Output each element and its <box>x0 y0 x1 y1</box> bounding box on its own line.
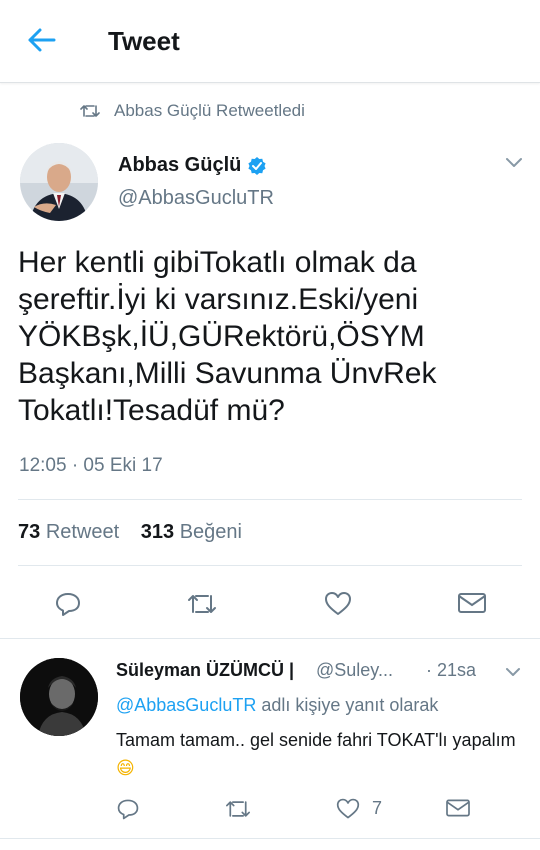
divider <box>18 499 522 500</box>
chevron-down-icon[interactable] <box>503 664 523 680</box>
reply-button[interactable] <box>54 590 82 623</box>
retweet-note[interactable]: Abbas Güçlü Retweetledi <box>80 101 305 121</box>
retweet-label: Retweet <box>45 521 120 543</box>
reply-icon <box>117 799 139 820</box>
reply-avatar[interactable] <box>20 658 98 736</box>
direct-message-button[interactable] <box>457 590 487 621</box>
likes-stat[interactable]: 313 Beğeni <box>141 521 242 543</box>
author-name: Abbas Güçlü <box>118 154 242 176</box>
reply-reply-button[interactable] <box>116 797 140 826</box>
retweet-button[interactable] <box>186 590 218 623</box>
retweet-icon <box>226 801 250 817</box>
reply-mention-link[interactable]: @AbbasGucluTR <box>116 695 256 715</box>
like-button[interactable] <box>324 590 352 623</box>
reply-retweet-button[interactable] <box>224 797 252 826</box>
reply-like-button[interactable] <box>336 797 360 826</box>
tweet-stats: 73 Retweet 313 Beğeni <box>18 521 242 544</box>
reply-like-count: 7 <box>372 798 383 818</box>
top-app-bar: Tweet <box>0 0 540 83</box>
divider <box>0 638 540 639</box>
reply-icon <box>56 593 80 616</box>
reply-time[interactable]: · 21sa <box>426 660 476 681</box>
grinning-emoji: 😄 <box>116 758 135 778</box>
verified-badge-icon <box>248 156 266 175</box>
mail-icon <box>446 799 470 817</box>
like-label: Beğeni <box>179 521 242 543</box>
like-count: 313 <box>140 521 175 543</box>
tweet-text: Her kentli gibiTokatlı olmak da şereftir… <box>18 246 437 427</box>
heart-icon <box>336 798 360 819</box>
chevron-down-icon[interactable] <box>503 153 525 171</box>
tweet-timestamp: 12:05 · 05 Eki 17 <box>19 455 163 476</box>
retweet-icon <box>80 105 100 117</box>
reply-author-name[interactable]: Süleyman ÜZÜMCÜ | <box>116 660 294 681</box>
reply-dm-button[interactable] <box>445 797 471 824</box>
retweet-icon <box>188 595 216 613</box>
heart-icon <box>325 592 351 615</box>
author-handle[interactable]: @AbbasGucluTR <box>118 187 274 210</box>
arrow-left-icon[interactable] <box>26 25 58 55</box>
reply-to-suffix: adlı kişiye yanıt olarak <box>256 695 439 715</box>
replying-to: @AbbasGucluTR adlı kişiye yanıt olarak <box>116 695 438 716</box>
reply-text: Tamam tamam.. gel senide fahri TOKAT'lı … <box>116 730 516 750</box>
retweet-note-text: Abbas Güçlü Retweetledi <box>114 101 305 120</box>
divider <box>18 565 522 566</box>
retweets-stat[interactable]: 73 Retweet <box>18 521 119 543</box>
page-title: Tweet <box>108 26 180 56</box>
mail-icon <box>458 593 486 613</box>
reply-author-handle[interactable]: @Suley... <box>316 660 393 681</box>
divider <box>0 838 540 839</box>
avatar[interactable] <box>20 143 98 221</box>
retweet-count: 73 <box>18 521 41 543</box>
reply-text-block: Tamam tamam.. gel senide fahri TOKAT'lı … <box>116 726 516 782</box>
author-name-row[interactable]: Abbas Güçlü <box>118 154 267 177</box>
